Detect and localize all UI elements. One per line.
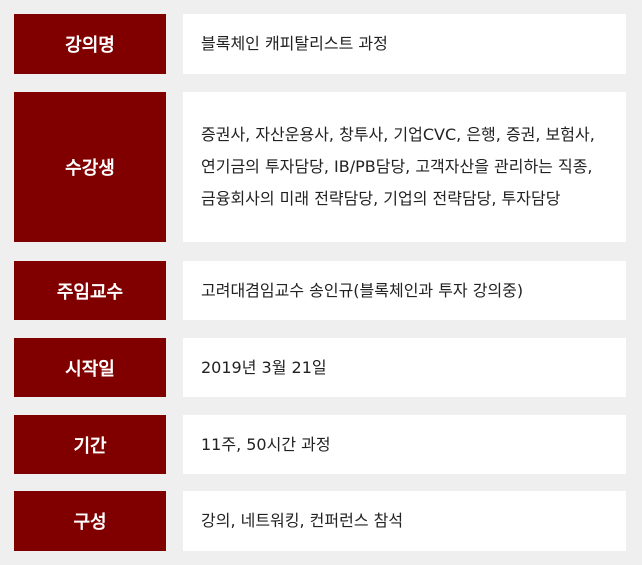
start-date-label: 시작일 [14, 338, 166, 397]
row-composition: 구성 강의, 네트워킹, 컨퍼런스 참석 [14, 491, 626, 551]
start-date-value: 2019년 3월 21일 [183, 338, 626, 397]
start-date-text: 2019년 3월 21일 [201, 357, 327, 377]
students-value: 증권사, 자산운용사, 창투사, 기업CVC, 은행, 증권, 보험사, 연기금… [183, 92, 626, 242]
duration-text: 11주, 50시간 과정 [201, 434, 331, 454]
duration-value: 11주, 50시간 과정 [183, 415, 626, 474]
composition-value: 강의, 네트워킹, 컨퍼런스 참석 [183, 491, 626, 551]
professor-text: 고려대겸임교수 송인규(블록체인과 투자 강의중) [201, 280, 524, 300]
composition-text: 강의, 네트워킹, 컨퍼런스 참석 [201, 511, 404, 530]
row-course-name: 강의명 블록체인 캐피탈리스트 과정 [14, 14, 626, 74]
course-name-label: 강의명 [14, 14, 166, 74]
row-students: 수강생 증권사, 자산운용사, 창투사, 기업CVC, 은행, 증권, 보험사,… [14, 92, 626, 242]
professor-label: 주임교수 [14, 261, 166, 320]
composition-label: 구성 [14, 491, 166, 551]
course-name-value: 블록체인 캐피탈리스트 과정 [183, 14, 626, 74]
students-label: 수강생 [14, 92, 166, 242]
professor-value: 고려대겸임교수 송인규(블록체인과 투자 강의중) [183, 261, 626, 320]
row-professor: 주임교수 고려대겸임교수 송인규(블록체인과 투자 강의중) [14, 261, 626, 320]
course-name-text: 블록체인 캐피탈리스트 과정 [201, 34, 388, 53]
duration-label: 기간 [14, 415, 166, 474]
row-duration: 기간 11주, 50시간 과정 [14, 415, 626, 474]
course-info-table: 강의명 블록체인 캐피탈리스트 과정 수강생 증권사, 자산운용사, 창투사, … [0, 0, 642, 565]
students-text: 증권사, 자산운용사, 창투사, 기업CVC, 은행, 증권, 보험사, 연기금… [201, 125, 595, 208]
row-start-date: 시작일 2019년 3월 21일 [14, 338, 626, 397]
